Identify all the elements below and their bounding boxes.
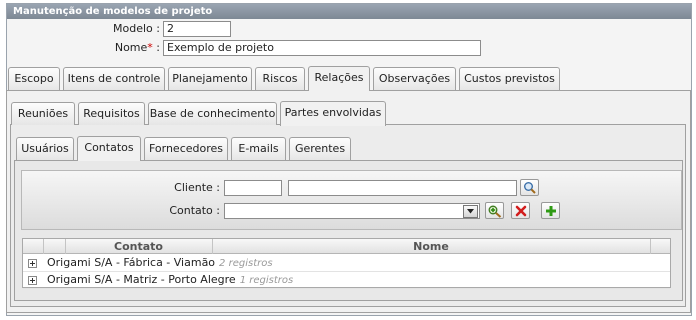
- table-row[interactable]: Origami S/A - Fábrica - Viamão 2 registro…: [23, 255, 670, 272]
- contato-select[interactable]: [224, 203, 480, 219]
- nome-label: Nome* :: [114, 41, 160, 54]
- magnifier-icon: [524, 182, 536, 194]
- row-name: Origami S/A - Matriz - Porto Alegre: [47, 273, 236, 286]
- tab-contatos[interactable]: Contatos: [77, 136, 141, 161]
- col-nome[interactable]: Nome: [212, 239, 651, 254]
- cliente-code-input[interactable]: [224, 180, 282, 196]
- panel-title: Manutenção de modelos de projeto: [7, 4, 691, 19]
- select-column: [43, 239, 66, 254]
- contacts-grid: Contato Nome Origami S/A - Fábrica - Via…: [22, 238, 671, 289]
- chevron-down-icon: [467, 209, 474, 214]
- row-count: 2 registros: [219, 258, 273, 269]
- tab-usuarios[interactable]: Usuários: [16, 137, 74, 160]
- tab-observacoes[interactable]: Observações: [373, 67, 456, 90]
- tab-requisitos[interactable]: Requisitos: [78, 102, 145, 125]
- col-contato[interactable]: Contato: [65, 239, 213, 254]
- tab-custos-previstos[interactable]: Custos previstos: [459, 67, 560, 90]
- modelo-label: Modelo :: [113, 22, 160, 35]
- tab-planejamento[interactable]: Planejamento: [168, 67, 252, 90]
- modelo-input[interactable]: 2: [163, 21, 231, 37]
- tab-relacoes[interactable]: Relações: [308, 66, 370, 91]
- expand-row-icon[interactable]: [28, 259, 37, 268]
- row-count: 1 registros: [239, 275, 294, 286]
- filler-column: [650, 239, 670, 254]
- expand-row-icon[interactable]: [28, 276, 37, 285]
- cliente-label: Cliente :: [174, 181, 220, 194]
- filter-area: [21, 170, 682, 230]
- contato-dropdown-button[interactable]: [463, 205, 478, 218]
- tab-base-de-conhecimento[interactable]: Base de conhecimento: [148, 102, 277, 125]
- add-search-contato-button[interactable]: [485, 202, 504, 219]
- tab-gerentes[interactable]: Gerentes: [289, 137, 351, 160]
- search-cliente-button[interactable]: [520, 179, 539, 196]
- tab-e-mails[interactable]: E-mails: [231, 137, 286, 160]
- tab-partes-envolvidas[interactable]: Partes envolvidas: [280, 101, 386, 126]
- table-row[interactable]: Origami S/A - Matriz - Porto Alegre 1 reg…: [23, 272, 670, 289]
- row-name: Origami S/A - Fábrica - Viamão: [47, 256, 216, 269]
- contato-label: Contato :: [169, 204, 220, 217]
- tab-escopo[interactable]: Escopo: [8, 67, 60, 90]
- tab-fornecedores[interactable]: Fornecedores: [144, 137, 228, 160]
- add-search-icon: [488, 205, 502, 218]
- tab-reunioes[interactable]: Reuniões: [11, 102, 75, 125]
- red-x-icon: [515, 205, 526, 216]
- expander-column: [23, 239, 44, 254]
- cliente-name-input[interactable]: [288, 180, 517, 196]
- add-contato-button[interactable]: [541, 202, 560, 219]
- tab-itens-de-controle[interactable]: Itens de controle: [63, 67, 165, 90]
- nome-input[interactable]: Exemplo de projeto: [163, 40, 481, 56]
- remove-contato-button[interactable]: [511, 202, 530, 219]
- tab-riscos[interactable]: Riscos: [255, 67, 305, 90]
- green-plus-icon: [545, 205, 556, 216]
- grid-header: Contato Nome: [23, 239, 670, 254]
